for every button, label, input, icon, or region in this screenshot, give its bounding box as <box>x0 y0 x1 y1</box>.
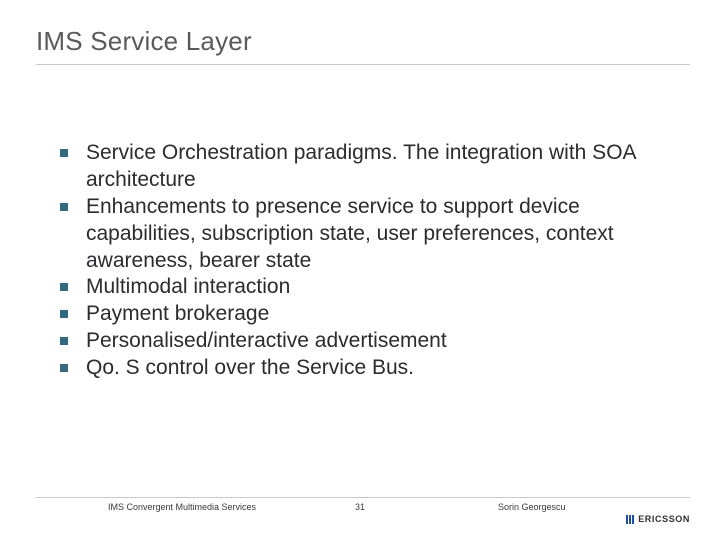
square-bullet-icon <box>60 203 68 211</box>
square-bullet-icon <box>60 364 68 372</box>
footer: IMS Convergent Multimedia Services 31 So… <box>0 502 720 520</box>
bullet-text: Service Orchestration paradigms. The int… <box>86 141 635 191</box>
bullet-text: Personalised/interactive advertisement <box>86 329 447 352</box>
bullet-text: Multimodal interaction <box>86 275 290 298</box>
title-divider <box>36 64 690 65</box>
ericsson-wordmark: ERICSSON <box>638 514 690 524</box>
list-item: Enhancements to presence service to supp… <box>60 194 660 275</box>
ericsson-logo: ERICSSON <box>626 514 690 524</box>
content-area: Service Orchestration paradigms. The int… <box>60 140 660 382</box>
list-item: Multimodal interaction <box>60 274 660 301</box>
list-item: Personalised/interactive advertisement <box>60 328 660 355</box>
square-bullet-icon <box>60 149 68 157</box>
slide: IMS Service Layer Service Orchestration … <box>0 0 720 540</box>
list-item: Qo. S control over the Service Bus. <box>60 355 660 382</box>
list-item: Payment brokerage <box>60 301 660 328</box>
slide-title: IMS Service Layer <box>36 26 252 57</box>
footer-divider <box>36 497 690 498</box>
bullet-text: Enhancements to presence service to supp… <box>86 195 614 272</box>
ericsson-bars-icon <box>626 515 634 524</box>
footer-doc-title: IMS Convergent Multimedia Services <box>108 502 256 512</box>
bullet-text: Payment brokerage <box>86 302 269 325</box>
list-item: Service Orchestration paradigms. The int… <box>60 140 660 194</box>
square-bullet-icon <box>60 310 68 318</box>
bullet-list: Service Orchestration paradigms. The int… <box>60 140 660 382</box>
footer-page-number: 31 <box>355 502 365 512</box>
footer-author: Sorin Georgescu <box>498 502 566 512</box>
bullet-text: Qo. S control over the Service Bus. <box>86 356 414 379</box>
square-bullet-icon <box>60 283 68 291</box>
square-bullet-icon <box>60 337 68 345</box>
